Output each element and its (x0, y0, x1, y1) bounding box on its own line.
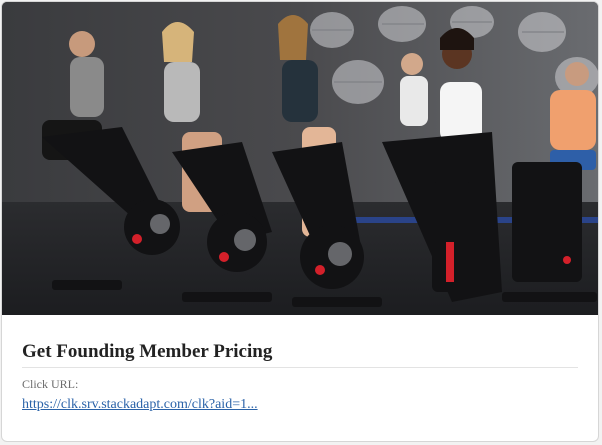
cycling-class-illustration (2, 2, 598, 315)
click-url-link[interactable]: https://clk.srv.stackadapt.com/clk?aid=1… (22, 397, 258, 413)
hero-image[interactable] (2, 2, 598, 315)
ad-card[interactable]: Get Founding Member Pricing Click URL: h… (1, 1, 599, 442)
ad-headline[interactable]: Get Founding Member Pricing (22, 341, 578, 368)
click-url-label: Click URL: (22, 377, 79, 391)
